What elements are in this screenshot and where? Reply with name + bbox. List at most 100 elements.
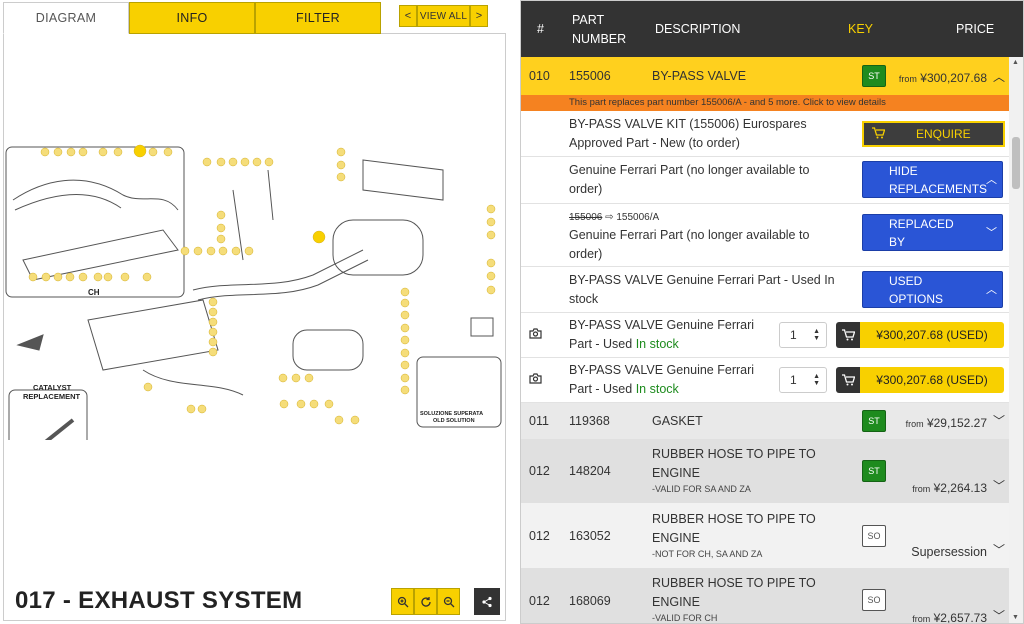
share-icon[interactable] bbox=[474, 588, 500, 615]
table-row-selected[interactable]: 010 155006 BY-PASS VALVE ST from ¥300,20… bbox=[521, 57, 1011, 95]
supersession-chain: 155006 ⇨ 155006/A bbox=[569, 208, 659, 227]
reset-icon[interactable] bbox=[414, 588, 437, 615]
zoom-controls bbox=[391, 588, 460, 615]
exhaust-system-diagram[interactable]: CH CATALYST REPLACEMENT SOLUZIONE SUPERA… bbox=[3, 140, 503, 440]
row-description: RUBBER HOSE TO PIPE TO ENGINE -VALID FOR… bbox=[652, 445, 816, 495]
row-description-2: ENGINE bbox=[652, 595, 700, 609]
row-note: -VALID FOR SA AND ZA bbox=[652, 484, 751, 494]
offer-condition: Part - Used bbox=[569, 337, 633, 351]
direction-arrow bbox=[16, 334, 44, 351]
row-price: from ¥29,152.27 bbox=[906, 416, 987, 430]
used-offer-row: BY-PASS VALVE Genuine Ferrari Part - Use… bbox=[521, 313, 1011, 358]
row-description-1: RUBBER HOSE TO PIPE TO bbox=[652, 576, 816, 590]
replacement-notice[interactable]: This part replaces part number 155006/A … bbox=[521, 95, 1011, 111]
parts-table-header: # PART NUMBER DESCRIPTION KEY PRICE bbox=[521, 1, 1023, 57]
option-text-1: BY-PASS VALVE Genuine Ferrari Part - Use… bbox=[569, 273, 835, 287]
zoom-in-icon[interactable] bbox=[391, 588, 414, 615]
special-order-badge: SO bbox=[862, 525, 886, 547]
tab-diagram[interactable]: DIAGRAM bbox=[3, 2, 129, 34]
cart-icon bbox=[836, 367, 860, 393]
row-num: 012 bbox=[529, 529, 550, 543]
price-value: ¥300,207.68 bbox=[920, 71, 987, 85]
scrollbar[interactable]: ▲ ▼ bbox=[1009, 57, 1023, 623]
header-description: DESCRIPTION bbox=[655, 22, 741, 36]
option-text-2: order) bbox=[569, 182, 603, 196]
used-options-button[interactable]: USED OPTIONS ︿ bbox=[862, 271, 1003, 308]
option-text-1: Genuine Ferrari Part (no longer availabl… bbox=[569, 228, 810, 242]
diagram-title: 017 - EXHAUST SYSTEM bbox=[15, 587, 303, 614]
quantity-stepper[interactable]: 1 ▲ ▼ bbox=[779, 367, 827, 393]
add-to-cart-button[interactable]: ¥300,207.68 (USED) bbox=[836, 367, 1004, 393]
row-num: 012 bbox=[529, 594, 550, 608]
old-part-number: 155006 bbox=[569, 212, 603, 223]
cart-icon bbox=[836, 322, 860, 348]
chevron-up-icon[interactable]: ︿ bbox=[993, 68, 1005, 85]
enquire-button[interactable]: ENQUIRE bbox=[862, 121, 1005, 147]
chevron-up-icon: ︿ bbox=[986, 283, 997, 296]
engine-head bbox=[87, 299, 219, 371]
add-to-cart-button[interactable]: ¥300,207.68 (USED) bbox=[836, 322, 1004, 348]
tab-filter[interactable]: FILTER bbox=[255, 2, 381, 34]
enquire-label: ENQUIRE bbox=[916, 127, 971, 141]
row-description-1: RUBBER HOSE TO PIPE TO bbox=[652, 447, 816, 461]
part-callouts[interactable] bbox=[28, 144, 496, 425]
row-part-number: 155006 bbox=[569, 69, 611, 83]
row-num: 010 bbox=[529, 69, 550, 83]
stock-badge: ST bbox=[862, 460, 886, 482]
cart-price-label: ¥300,207.68 (USED) bbox=[860, 367, 1004, 393]
zoom-out-icon[interactable] bbox=[437, 588, 460, 615]
row-price: from ¥2,657.73 bbox=[912, 611, 987, 624]
row-price: Supersession bbox=[911, 545, 987, 559]
scroll-thumb[interactable] bbox=[1012, 137, 1020, 189]
table-row[interactable]: 012 168069 RUBBER HOSE TO PIPE TO ENGINE… bbox=[521, 568, 1011, 624]
table-row[interactable]: 012 148204 RUBBER HOSE TO PIPE TO ENGINE… bbox=[521, 439, 1011, 503]
table-row[interactable]: 012 163052 RUBBER HOSE TO PIPE TO ENGINE… bbox=[521, 503, 1011, 568]
hide-replacements-button[interactable]: HIDE REPLACEMENTS ︿ bbox=[862, 161, 1003, 198]
row-num: 012 bbox=[529, 464, 550, 478]
row-price: from ¥300,207.68 bbox=[899, 71, 987, 85]
option-row-replaced: 155006 ⇨ 155006/A Genuine Ferrari Part (… bbox=[521, 204, 1011, 267]
replaced-by-button[interactable]: REPLACED BY ﹀ bbox=[862, 214, 1003, 251]
scroll-up-icon[interactable]: ▲ bbox=[1012, 59, 1019, 66]
row-part-number: 163052 bbox=[569, 529, 611, 543]
price-value: ¥29,152.27 bbox=[926, 416, 987, 430]
chevron-up-icon: ︿ bbox=[986, 173, 997, 186]
camera-icon[interactable] bbox=[529, 328, 542, 342]
ch-label: CH bbox=[88, 288, 100, 297]
chevron-down-icon[interactable]: ﹀ bbox=[993, 412, 1005, 429]
in-stock-label: In stock bbox=[635, 337, 679, 351]
header-part-2: NUMBER bbox=[572, 32, 627, 46]
diagram-nav: < VIEW ALL > bbox=[399, 5, 488, 27]
price-value: ¥2,264.13 bbox=[933, 481, 987, 495]
parts-table-panel: # PART NUMBER DESCRIPTION KEY PRICE 010 … bbox=[520, 0, 1024, 624]
scroll-down-icon[interactable]: ▼ bbox=[1012, 614, 1019, 621]
main-exhaust-pipe bbox=[192, 249, 364, 291]
view-all-button[interactable]: VIEW ALL bbox=[417, 5, 470, 27]
row-price: from ¥2,264.13 bbox=[912, 481, 987, 495]
chevron-down-icon[interactable]: ﹀ bbox=[993, 541, 1005, 558]
price-from: from bbox=[912, 614, 931, 624]
stepper-arrows-icon[interactable]: ▲ ▼ bbox=[813, 373, 820, 387]
chevron-down-icon: ﹀ bbox=[986, 226, 997, 239]
price-value: ¥2,657.73 bbox=[933, 611, 987, 624]
quantity-stepper[interactable]: 1 ▲ ▼ bbox=[779, 322, 827, 348]
tab-info[interactable]: INFO bbox=[129, 2, 255, 34]
replacement-label: REPLACEMENT bbox=[23, 392, 81, 401]
stepper-arrows-icon[interactable]: ▲ ▼ bbox=[813, 328, 820, 342]
option-row-used: BY-PASS VALVE Genuine Ferrari Part - Use… bbox=[521, 267, 1011, 313]
cart-price-label: ¥300,207.68 (USED) bbox=[860, 322, 1004, 348]
row-note: -VALID FOR CH bbox=[652, 613, 718, 623]
chevron-down-icon[interactable]: ﹀ bbox=[993, 607, 1005, 623]
row-note: -NOT FOR CH, SA AND ZA bbox=[652, 549, 763, 559]
header-key[interactable]: KEY bbox=[848, 20, 873, 39]
camera-icon[interactable] bbox=[529, 373, 542, 387]
table-row[interactable]: 011 119368 GASKET ST from ¥29,152.27 ﹀ bbox=[521, 403, 1011, 439]
old-solution-label-2: OLD SOLUTION bbox=[433, 418, 475, 424]
prev-diagram-button[interactable]: < bbox=[399, 5, 417, 27]
quantity-value: 1 bbox=[790, 328, 797, 342]
option-row-genuine: Genuine Ferrari Part (no longer availabl… bbox=[521, 157, 1011, 204]
chevron-down-icon[interactable]: ﹀ bbox=[993, 477, 1005, 494]
price-from: from bbox=[912, 484, 931, 494]
next-diagram-button[interactable]: > bbox=[470, 5, 488, 27]
diagram-tabs: DIAGRAM INFO FILTER bbox=[3, 2, 381, 34]
